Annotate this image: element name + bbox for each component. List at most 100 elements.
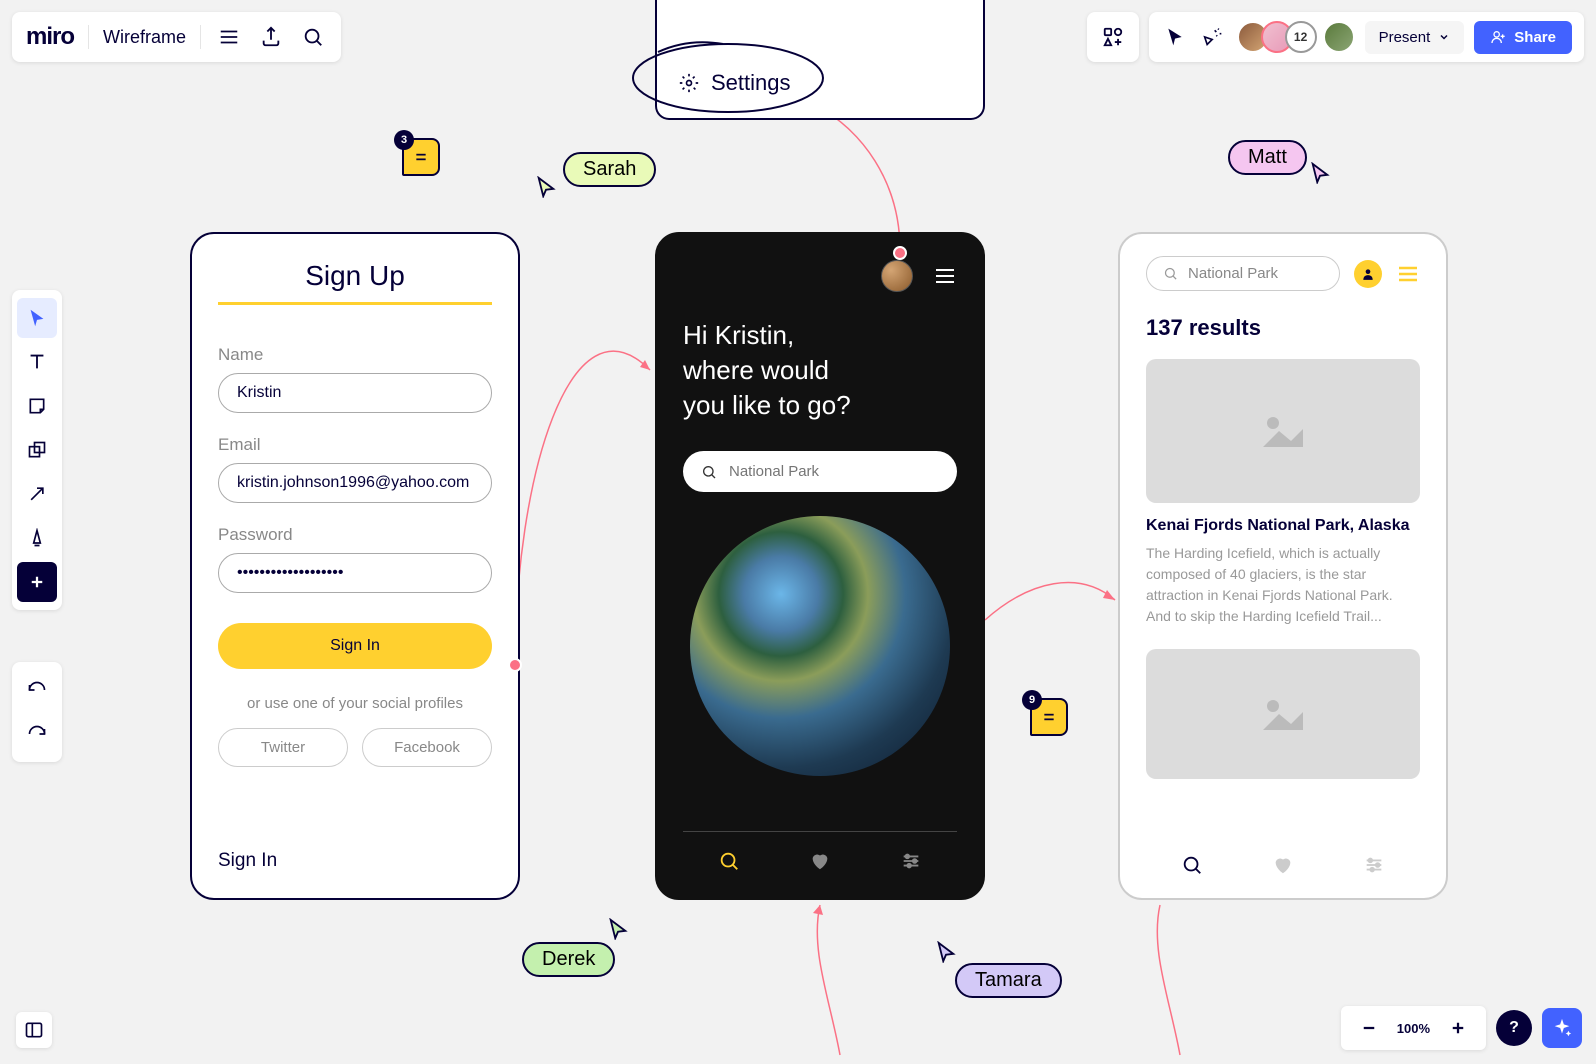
user-avatar[interactable] xyxy=(881,260,913,292)
password-input[interactable] xyxy=(218,553,492,593)
collaborator-tamara: Tamara xyxy=(955,963,1062,998)
text-tool[interactable] xyxy=(17,342,57,382)
image-icon xyxy=(1258,694,1308,734)
result-description: The Harding Icefield, which is actually … xyxy=(1146,543,1420,627)
panel-toggle-button[interactable] xyxy=(16,1012,52,1048)
zoom-out-button[interactable] xyxy=(1355,1014,1383,1042)
search-input[interactable] xyxy=(729,463,939,480)
user-icon xyxy=(1361,267,1375,281)
confetti-icon[interactable] xyxy=(1199,23,1227,51)
result-image-placeholder xyxy=(1146,649,1420,779)
user-avatar[interactable] xyxy=(1354,260,1382,288)
hamburger-icon[interactable] xyxy=(933,264,957,288)
share-button[interactable]: Share xyxy=(1474,21,1572,54)
connector-arrow xyxy=(790,900,850,1060)
nav-search-icon[interactable] xyxy=(718,850,740,872)
share-label: Share xyxy=(1514,29,1556,46)
nav-search-icon[interactable] xyxy=(1181,854,1203,876)
hamburger-icon[interactable] xyxy=(1396,262,1420,286)
undo-button[interactable] xyxy=(17,670,57,710)
search-icon xyxy=(1163,266,1178,281)
avatar-stack[interactable]: 12 xyxy=(1237,21,1355,53)
wireframe-results[interactable]: National Park 137 results Kenai Fjords N… xyxy=(1118,232,1448,900)
topbar-right: 12 Present Share xyxy=(1087,12,1584,62)
comment-sticky[interactable]: 3 xyxy=(402,138,440,176)
select-tool[interactable] xyxy=(17,298,57,338)
comment-sticky[interactable]: 9 xyxy=(1030,698,1068,736)
bottom-nav xyxy=(1146,840,1420,876)
search-value: National Park xyxy=(1188,265,1278,282)
cursor-icon xyxy=(607,918,629,940)
zoom-box: 100% xyxy=(1341,1006,1486,1050)
zoom-controls: 100% ? xyxy=(1341,1006,1582,1050)
comment-count: 3 xyxy=(394,130,414,150)
twitter-button[interactable]: Twitter xyxy=(218,728,348,767)
collaborator-derek: Derek xyxy=(522,942,615,977)
board-name[interactable]: Wireframe xyxy=(103,27,186,48)
search-field[interactable]: National Park xyxy=(1146,256,1340,291)
pen-tool[interactable] xyxy=(17,518,57,558)
chevron-down-icon xyxy=(1438,31,1450,43)
facebook-button[interactable]: Facebook xyxy=(362,728,492,767)
connection-handle[interactable] xyxy=(893,246,907,260)
cursor-icon xyxy=(535,176,557,198)
wireframe-signup[interactable]: Sign Up Name Email Password Sign In or u… xyxy=(190,232,520,900)
arrow-tool[interactable] xyxy=(17,474,57,514)
hamburger-icon[interactable] xyxy=(215,23,243,51)
nav-filter-icon[interactable] xyxy=(900,850,922,872)
collaborator-name: Tamara xyxy=(955,963,1062,998)
greeting-text: Hi Kristin, where would you like to go? xyxy=(683,318,957,423)
password-label: Password xyxy=(218,525,492,545)
collaborator-name: Derek xyxy=(522,942,615,977)
signin-button[interactable]: Sign In xyxy=(218,623,492,669)
or-text: or use one of your social profiles xyxy=(218,695,492,712)
email-label: Email xyxy=(218,435,492,455)
help-button[interactable]: ? xyxy=(1496,1010,1532,1046)
present-button[interactable]: Present xyxy=(1365,21,1465,54)
wireframe-home[interactable]: Hi Kristin, where would you like to go? xyxy=(655,232,985,900)
ai-button[interactable] xyxy=(1542,1008,1582,1048)
user-plus-icon xyxy=(1490,29,1506,45)
signin-link[interactable]: Sign In xyxy=(218,850,492,872)
sticky-tool[interactable] xyxy=(17,386,57,426)
earth-image xyxy=(690,516,950,776)
collaborator-name: Sarah xyxy=(563,152,656,187)
topbar-left: miro Wireframe xyxy=(12,12,341,62)
search-icon[interactable] xyxy=(299,23,327,51)
connector-arrow xyxy=(1120,900,1200,1060)
export-icon[interactable] xyxy=(257,23,285,51)
apps-group xyxy=(1087,12,1139,62)
result-image-placeholder xyxy=(1146,359,1420,503)
present-label: Present xyxy=(1379,29,1431,46)
nav-heart-icon[interactable] xyxy=(809,850,831,872)
apps-icon[interactable] xyxy=(1099,23,1127,51)
bottom-nav xyxy=(683,831,957,872)
result-title: Kenai Fjords National Park, Alaska xyxy=(1146,517,1420,535)
shape-tool[interactable] xyxy=(17,430,57,470)
name-input[interactable] xyxy=(218,373,492,413)
cursor-icon xyxy=(1309,162,1331,184)
divider xyxy=(200,25,201,49)
name-label: Name xyxy=(218,345,492,365)
results-count: 137 results xyxy=(1146,315,1420,341)
collaborators-group: 12 Present Share xyxy=(1149,12,1584,62)
zoom-in-button[interactable] xyxy=(1444,1014,1472,1042)
comment-count: 9 xyxy=(1022,690,1042,710)
nav-heart-icon[interactable] xyxy=(1272,854,1294,876)
cursor-icon xyxy=(935,941,957,963)
collaborator-matt: Matt xyxy=(1228,140,1307,175)
avatar xyxy=(1323,21,1355,53)
signup-title: Sign Up xyxy=(218,260,492,302)
redo-button[interactable] xyxy=(17,714,57,754)
title-underline xyxy=(218,302,492,305)
search-field[interactable] xyxy=(683,451,957,492)
add-tool[interactable] xyxy=(17,562,57,602)
email-input[interactable] xyxy=(218,463,492,503)
left-toolbar xyxy=(12,290,62,610)
history-toolbar xyxy=(12,662,62,762)
nav-filter-icon[interactable] xyxy=(1363,854,1385,876)
cursor-icon[interactable] xyxy=(1161,23,1189,51)
avatar-overflow[interactable]: 12 xyxy=(1285,21,1317,53)
connection-handle[interactable] xyxy=(508,658,522,672)
zoom-level: 100% xyxy=(1397,1021,1430,1036)
